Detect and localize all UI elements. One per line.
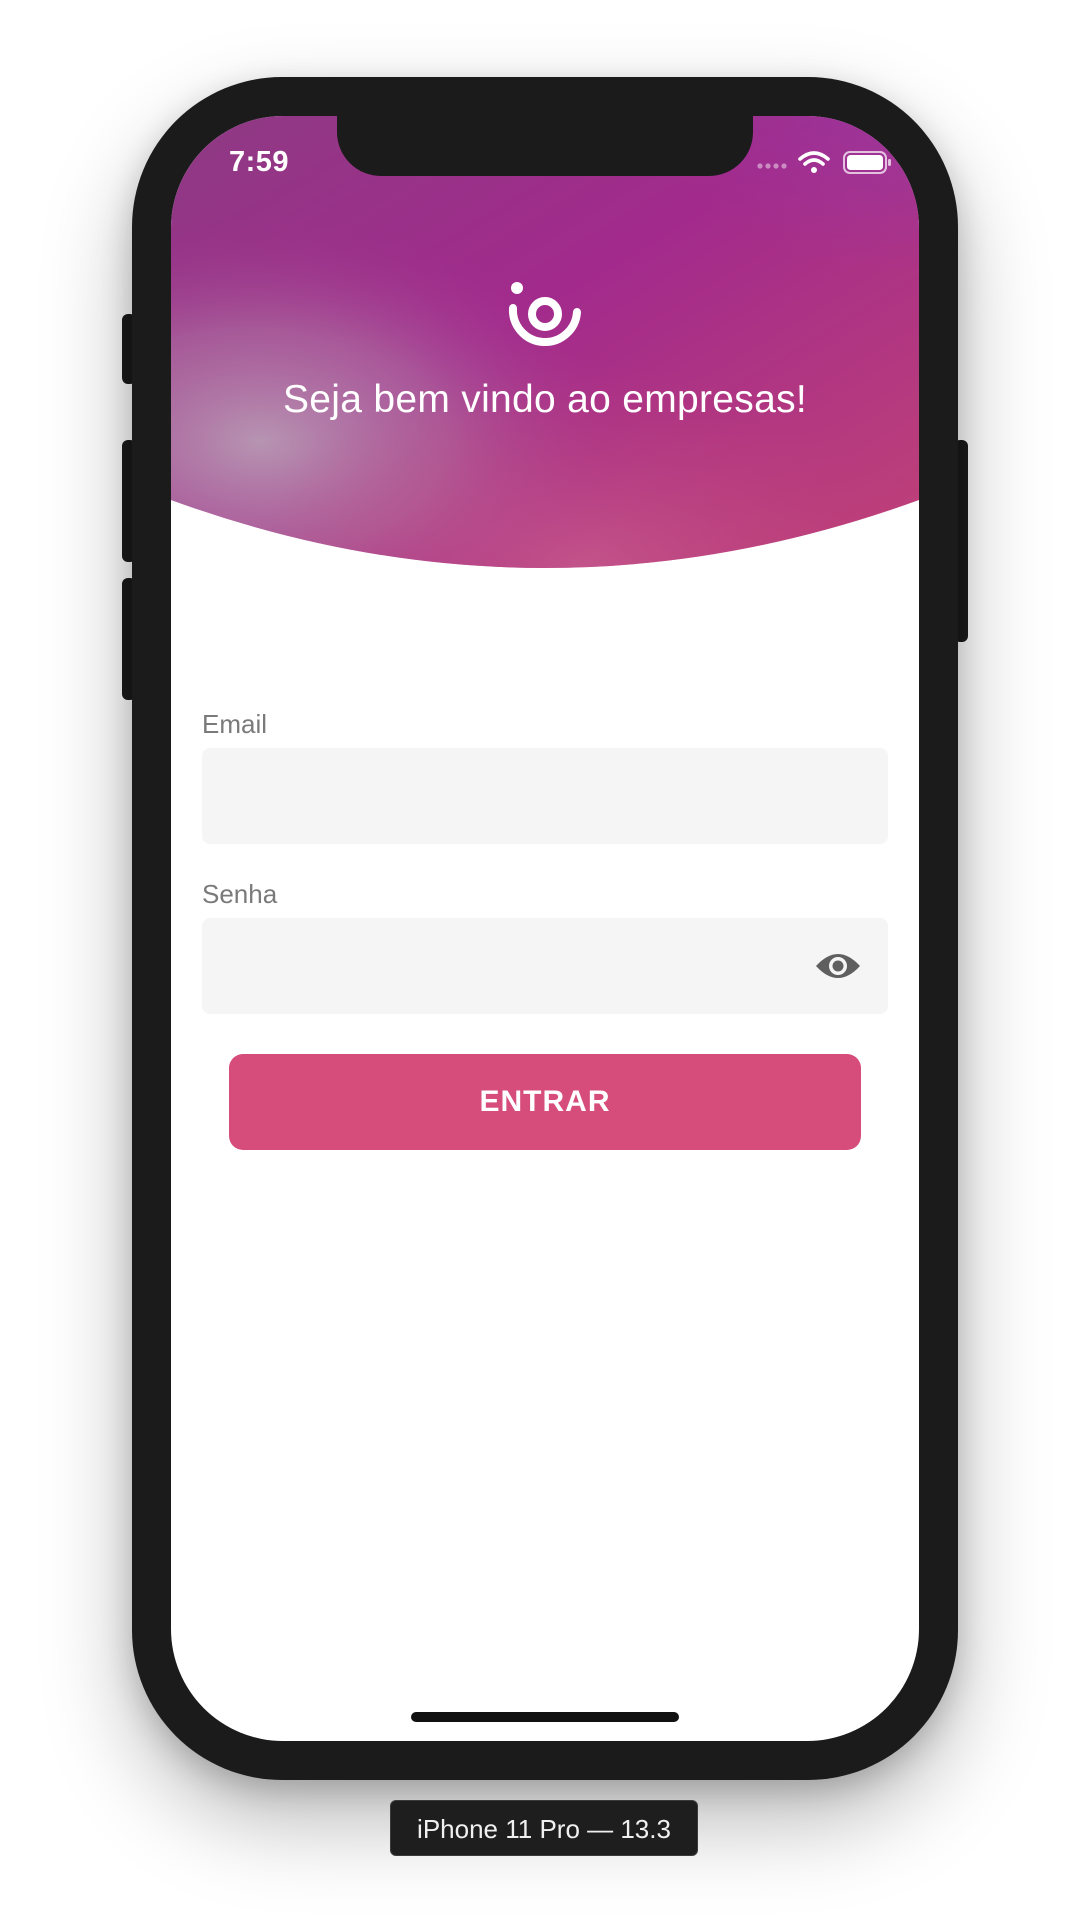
status-time: 7:59 bbox=[229, 146, 290, 178]
status-icons bbox=[757, 151, 891, 174]
eye-icon[interactable] bbox=[814, 948, 862, 984]
email-field[interactable] bbox=[202, 748, 888, 844]
ioasys-logo-icon bbox=[508, 282, 581, 346]
email-label: Email bbox=[202, 709, 268, 739]
home-indicator[interactable] bbox=[411, 1712, 679, 1722]
welcome-title: Seja bem vindo ao empresas! bbox=[282, 378, 808, 421]
device-caption: iPhone 11 Pro — 13.3 bbox=[390, 1800, 698, 1856]
device-screen: 7:59 Seja bem vindo ao empresas! Email S… bbox=[171, 116, 919, 1741]
simulator-stage: 7:59 Seja bem vindo ao empresas! Email S… bbox=[0, 0, 1090, 1928]
password-field[interactable] bbox=[202, 918, 888, 1014]
device-notch bbox=[337, 116, 753, 176]
password-label: Senha bbox=[202, 879, 278, 909]
enter-button[interactable]: ENTRAR bbox=[229, 1054, 861, 1150]
wifi-icon bbox=[798, 151, 830, 173]
signal-dots-icon bbox=[757, 163, 787, 169]
battery-icon bbox=[843, 151, 891, 174]
